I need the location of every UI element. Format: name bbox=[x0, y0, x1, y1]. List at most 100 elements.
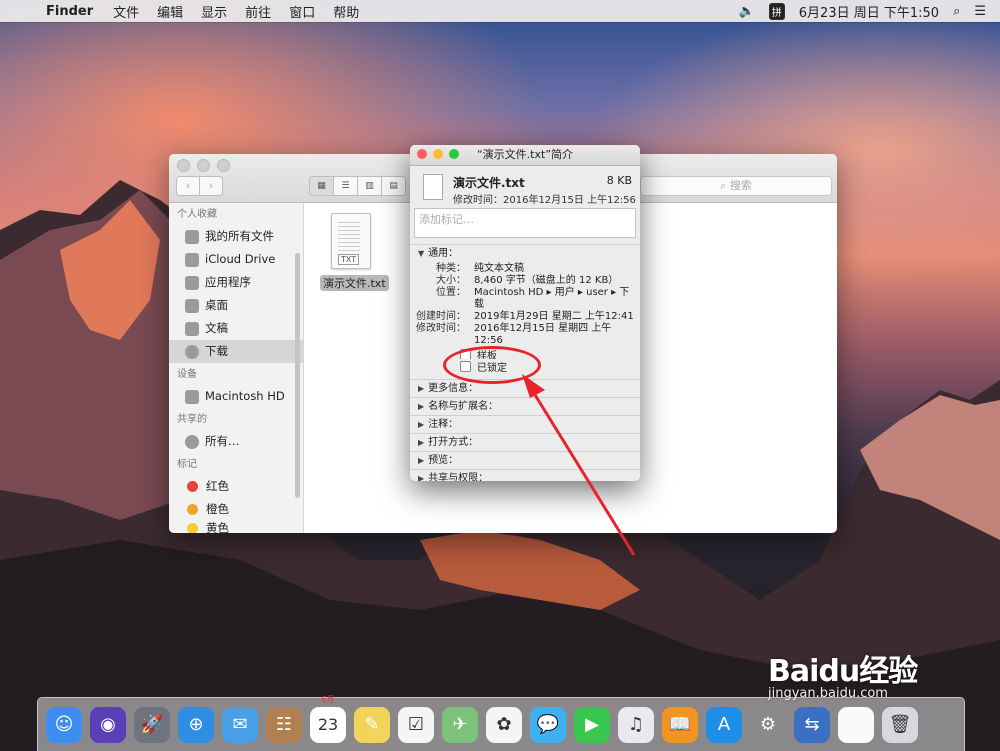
section-label: 注释： bbox=[428, 419, 459, 430]
sidebar-item-applications[interactable]: 应用程序 bbox=[169, 271, 303, 294]
field-key: 位置： bbox=[436, 287, 466, 298]
menu-go[interactable]: 前往 bbox=[245, 2, 271, 21]
sidebar-item-tag-yellow[interactable]: 黄色 bbox=[169, 521, 303, 533]
sidebar-item-documents[interactable]: 文稿 bbox=[169, 317, 303, 340]
dock-icon-glyph: ♫ bbox=[627, 713, 645, 735]
forward-button[interactable]: › bbox=[200, 176, 223, 196]
app-store-dock-icon[interactable]: A bbox=[706, 706, 742, 743]
section-label: 预览： bbox=[428, 455, 459, 466]
dock-icon-glyph: ☺ bbox=[54, 713, 74, 735]
icon-view-button[interactable]: ▦ bbox=[309, 176, 334, 196]
section-name-extension[interactable]: ▶ 名称与扩展名： bbox=[410, 397, 640, 415]
calendar-dock-icon[interactable]: 23 6月 bbox=[310, 695, 346, 743]
finder-dock-icon[interactable]: ☺ bbox=[46, 706, 82, 743]
reminders-dock-icon[interactable]: ☑ bbox=[398, 706, 434, 743]
menu-help[interactable]: 帮助 bbox=[333, 2, 359, 21]
disclosure-right-icon: ▶ bbox=[418, 384, 425, 393]
mail-dock-icon[interactable]: ✉ bbox=[222, 706, 258, 743]
siri-dock-icon[interactable]: ◉ bbox=[90, 706, 126, 743]
itunes-dock-icon[interactable]: ♫ bbox=[618, 706, 654, 743]
input-method-icon[interactable]: 拼 bbox=[768, 2, 785, 20]
field-location: 位置： Macintosh HD ▸ 用户 ▸ user ▸ 下载 bbox=[410, 287, 640, 311]
sidebar-item-all-files[interactable]: 我的所有文件 bbox=[169, 225, 303, 248]
facetime-dock-icon[interactable]: ▶ bbox=[574, 706, 610, 743]
sidebar-item-tag-orange[interactable]: 橙色 bbox=[169, 498, 303, 521]
dock-icon-glyph: 🚀 bbox=[140, 713, 164, 735]
menu-view[interactable]: 显示 bbox=[201, 2, 227, 21]
system-preferences-dock-icon[interactable]: ⚙ bbox=[750, 706, 786, 743]
photos-dock-icon[interactable]: ✿ bbox=[486, 706, 522, 743]
highlight-ring bbox=[443, 346, 541, 384]
clock[interactable]: 6月23日 周日 下午1:50 bbox=[799, 2, 939, 21]
all-files-icon bbox=[185, 229, 199, 244]
section-label: 名称与扩展名： bbox=[428, 401, 499, 412]
sidebar-item-tag-red[interactable]: 红色 bbox=[169, 475, 303, 498]
dock-icon-glyph: ✉ bbox=[232, 713, 248, 735]
tag-input[interactable]: 添加标记… bbox=[414, 208, 636, 238]
menu-window[interactable]: 窗口 bbox=[289, 2, 315, 21]
launchpad-dock-icon[interactable]: 🚀 bbox=[134, 706, 170, 743]
sidebar-item-shared-all[interactable]: 所有… bbox=[169, 430, 303, 453]
minimize-button[interactable] bbox=[197, 159, 210, 172]
dock: ☺ ◉ 🚀 ⊕ ✉ ☷ 23 6月 ✎ ☑ ✈ ✿ 💬 ▶ ♫ 📖 A ⚙ ⇆ 🗑 bbox=[37, 695, 965, 751]
dock-icon-glyph: ☑ bbox=[407, 713, 425, 735]
dock-icon-glyph: ✈ bbox=[452, 713, 468, 735]
maps-dock-icon[interactable]: ✈ bbox=[442, 706, 478, 743]
section-general[interactable]: ▼ 通用： bbox=[410, 244, 640, 262]
zoom-button[interactable] bbox=[449, 149, 459, 159]
search-input[interactable]: ⌕ 搜索 bbox=[640, 176, 832, 196]
sidebar-scrollbar[interactable] bbox=[295, 253, 300, 498]
notification-center-icon[interactable]: ☰ bbox=[974, 4, 986, 19]
menu-file[interactable]: 文件 bbox=[113, 2, 139, 21]
sidebar-item-label: 桌面 bbox=[205, 298, 228, 312]
safari-dock-icon[interactable]: ⊕ bbox=[178, 706, 214, 743]
section-comments[interactable]: ▶ 注释： bbox=[410, 415, 640, 433]
minimize-button[interactable] bbox=[433, 149, 443, 159]
field-key: 创建时间： bbox=[416, 311, 466, 322]
sidebar-item-downloads[interactable]: 下载 bbox=[169, 340, 303, 363]
txt-file-icon[interactable]: TXT bbox=[324, 211, 374, 271]
disclosure-right-icon: ▶ bbox=[418, 456, 425, 465]
window-controls bbox=[417, 149, 459, 159]
section-preview[interactable]: ▶ 预览： bbox=[410, 451, 640, 469]
section-sharing-permissions[interactable]: ▶ 共享与权限： bbox=[410, 469, 640, 481]
list-view-button[interactable]: ☰ bbox=[334, 176, 358, 196]
volume-icon[interactable]: 🔈 bbox=[739, 4, 755, 19]
info-window-title: “演示文件.txt”简介 bbox=[476, 148, 574, 161]
field-value: 纯文本文稿 bbox=[474, 263, 524, 274]
menu-finder[interactable]: Finder bbox=[46, 4, 93, 19]
ibooks-dock-icon[interactable]: 📖 bbox=[662, 706, 698, 743]
disclosure-down-icon: ▼ bbox=[418, 249, 425, 258]
close-button[interactable] bbox=[417, 149, 427, 159]
trash-dock-icon[interactable]: 🗑 bbox=[882, 706, 918, 743]
sidebar-item-desktop[interactable]: 桌面 bbox=[169, 294, 303, 317]
file-name-label[interactable]: 演示文件.txt bbox=[320, 275, 389, 291]
sidebar-item-label: Macintosh HD bbox=[205, 389, 285, 403]
document-dock-icon[interactable] bbox=[838, 706, 874, 743]
menu-edit[interactable]: 编辑 bbox=[157, 2, 183, 21]
notes-dock-icon[interactable]: ✎ bbox=[354, 706, 390, 743]
field-value: 8,460 字节（磁盘上的 12 KB） bbox=[474, 275, 619, 286]
back-button[interactable]: ‹ bbox=[176, 176, 200, 196]
coverflow-view-button[interactable]: ▤ bbox=[382, 176, 406, 196]
menu-bar: Finder 文件 编辑 显示 前往 窗口 帮助 🔈 拼 6月23日 周日 下午… bbox=[0, 0, 1000, 22]
status-area: 🔈 拼 6月23日 周日 下午1:50 ⌕ ☰ bbox=[739, 2, 1000, 21]
field-modified: 修改时间： 2016年12月15日 星期四 上午12:56 bbox=[410, 323, 640, 347]
sidebar-item-macintosh-hd[interactable]: Macintosh HD bbox=[169, 385, 303, 408]
zoom-button[interactable] bbox=[217, 159, 230, 172]
sidebar-item-icloud[interactable]: iCloud Drive bbox=[169, 248, 303, 271]
section-open-with[interactable]: ▶ 打开方式： bbox=[410, 433, 640, 451]
spotlight-icon[interactable]: ⌕ bbox=[953, 4, 960, 19]
sidebar-header-tags: 标记 bbox=[177, 459, 197, 470]
close-button[interactable] bbox=[177, 159, 190, 172]
section-more-info[interactable]: ▶ 更多信息： bbox=[410, 379, 640, 397]
messages-dock-icon[interactable]: 💬 bbox=[530, 706, 566, 743]
red-tag-icon bbox=[187, 481, 198, 492]
dock-icon-glyph: 📖 bbox=[668, 713, 692, 735]
sidebar-item-label: 黄色 bbox=[206, 521, 229, 533]
migration-dock-icon[interactable]: ⇆ bbox=[794, 706, 830, 743]
contacts-dock-icon[interactable]: ☷ bbox=[266, 706, 302, 743]
column-view-button[interactable]: ▥ bbox=[358, 176, 382, 196]
section-label: 共享与权限： bbox=[428, 473, 489, 481]
network-icon bbox=[185, 434, 199, 449]
